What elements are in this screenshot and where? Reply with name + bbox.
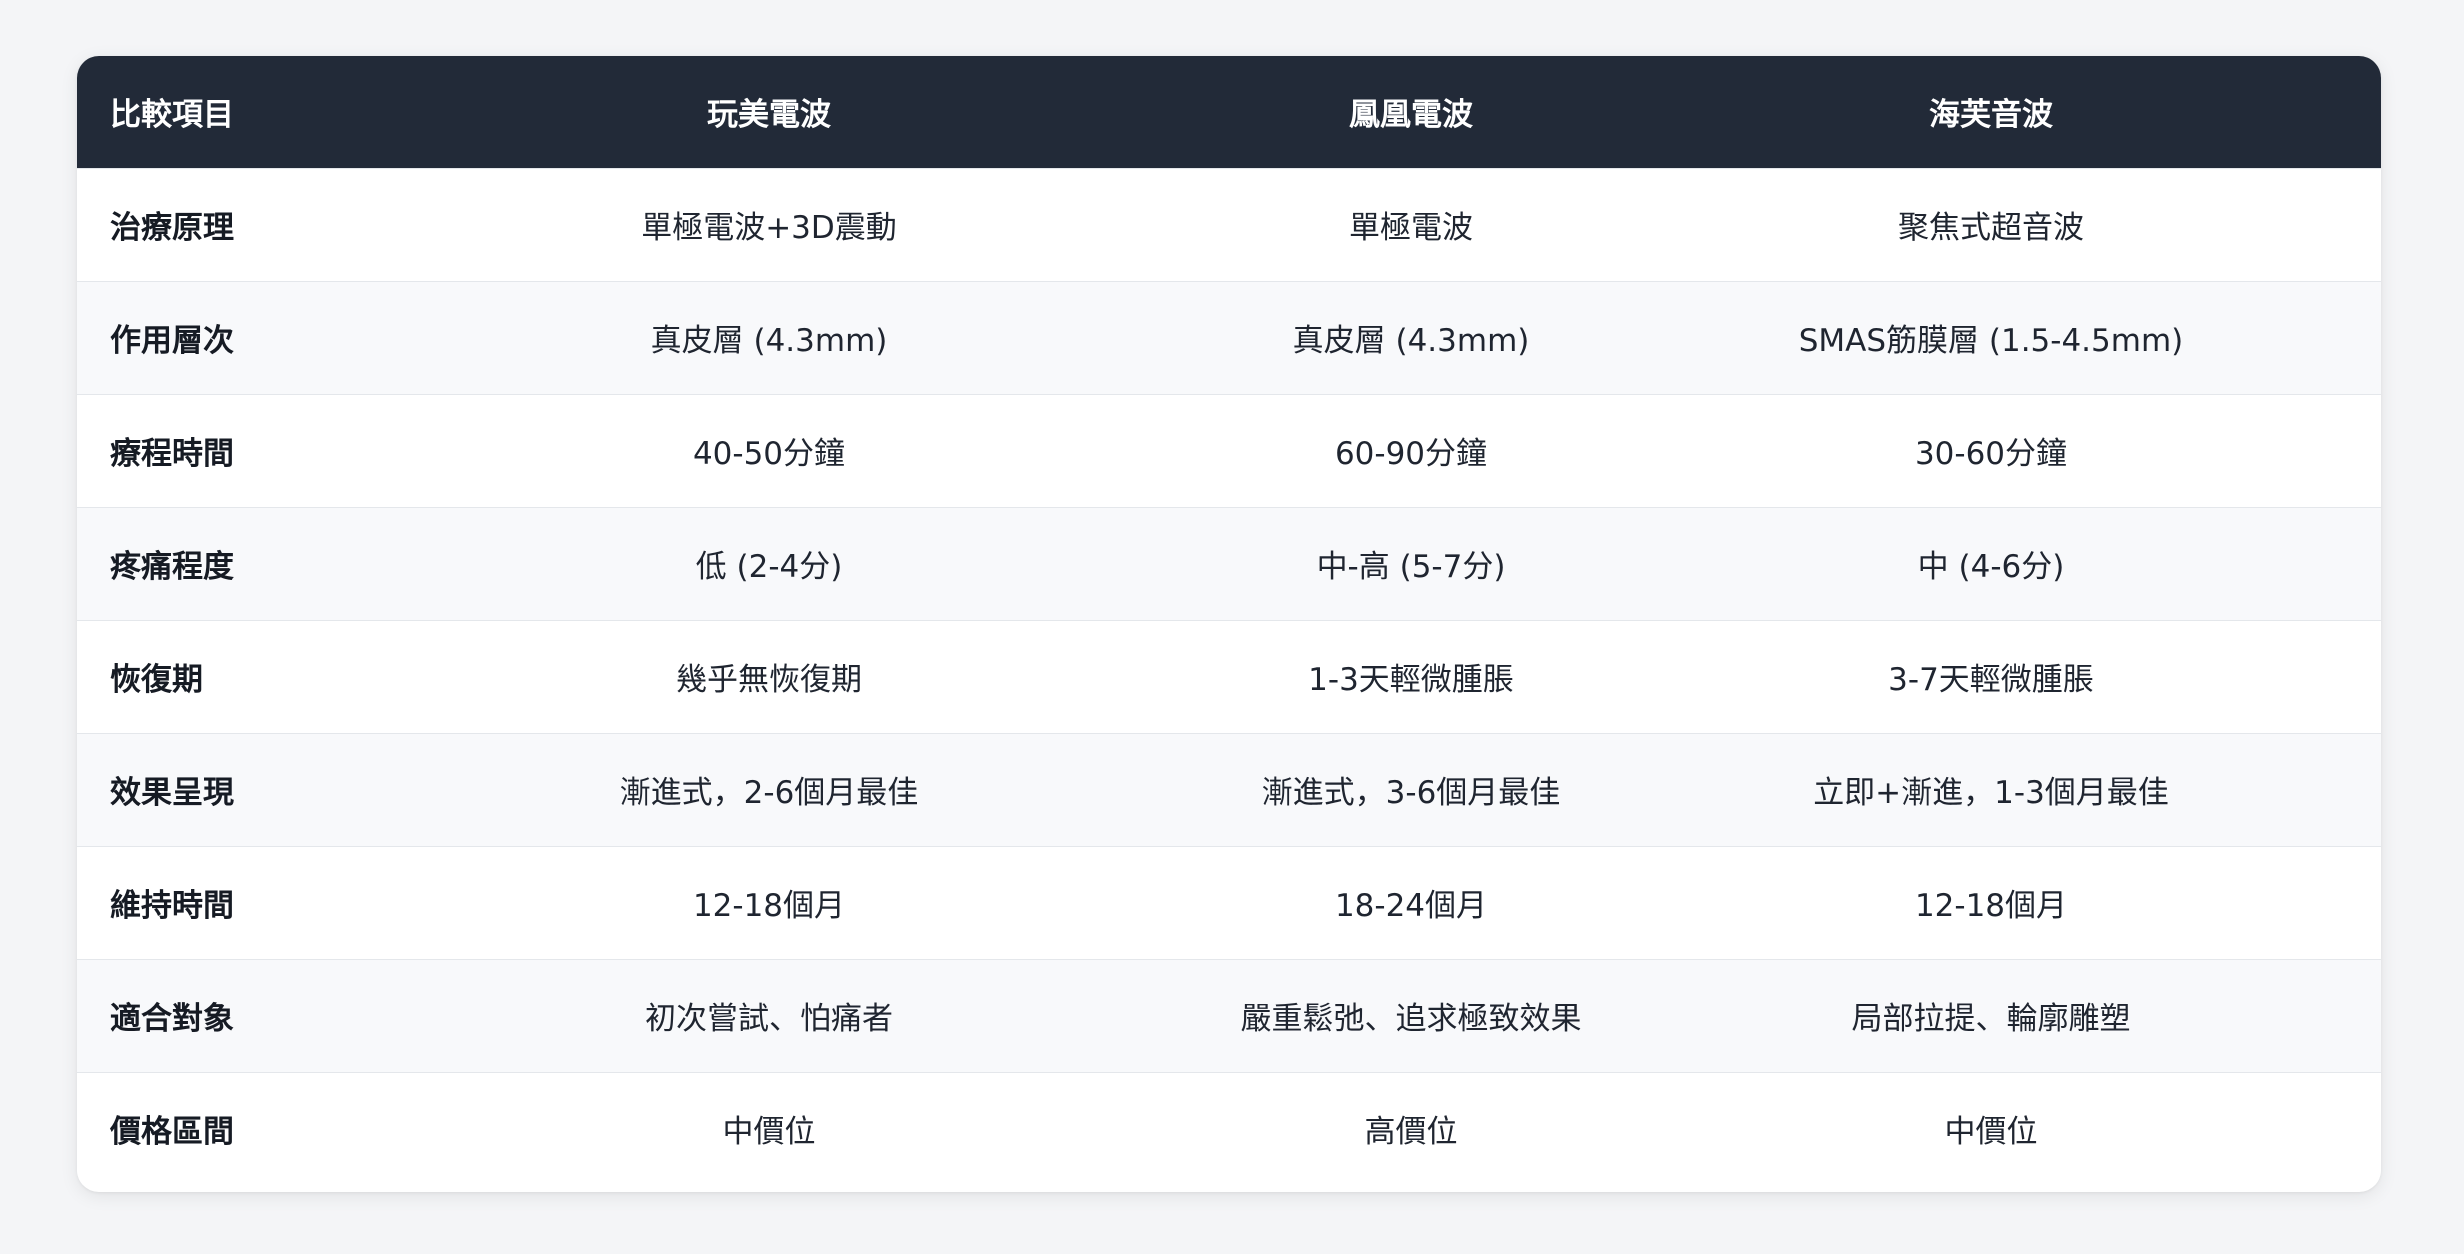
table-cell: 12-18個月 xyxy=(1914,888,2068,924)
table-cell: 60-90分鐘 xyxy=(1334,436,1488,472)
table-cell: 低 (2-4分) xyxy=(695,549,843,585)
table-cell: 3-7天輕微腫脹 xyxy=(1888,662,2094,698)
row-label: 效果呈現 xyxy=(110,775,234,811)
row-label: 維持時間 xyxy=(110,888,234,924)
table-cell: SMAS筋膜層 (1.5-4.5mm) xyxy=(1798,323,2184,359)
table-cell: 局部拉提、輪廓雕塑 xyxy=(1851,1001,2131,1037)
table-cell: 聚焦式超音波 xyxy=(1898,210,2084,246)
comparison-table: 比較項目 玩美電波 鳳凰電波 海芙音波 治療原理 單極電波+3D震動 單極電波 … xyxy=(77,56,2381,1185)
row-label: 治療原理 xyxy=(110,210,234,246)
table-row: 療程時間 40-50分鐘 60-90分鐘 30-60分鐘 xyxy=(77,394,2381,507)
table-cell: 真皮層 (4.3mm) xyxy=(650,323,888,359)
table-cell: 1-3天輕微腫脹 xyxy=(1308,662,1514,698)
table-cell: 單極電波+3D震動 xyxy=(641,210,897,246)
header-hifu: 海芙音波 xyxy=(1929,97,2053,134)
row-label: 療程時間 xyxy=(110,436,234,472)
table-cell: 嚴重鬆弛、追求極致效果 xyxy=(1240,1001,1582,1037)
table-cell: 漸進式，3-6個月最佳 xyxy=(1261,775,1561,811)
table-header-row: 比較項目 玩美電波 鳳凰電波 海芙音波 xyxy=(77,56,2381,168)
row-label: 適合對象 xyxy=(110,1001,234,1037)
table-cell: 40-50分鐘 xyxy=(692,436,846,472)
table-row: 維持時間 12-18個月 18-24個月 12-18個月 xyxy=(77,846,2381,959)
table-row: 價格區間 中價位 高價位 中價位 xyxy=(77,1072,2381,1185)
table-cell: 單極電波 xyxy=(1349,210,1473,246)
table-row: 適合對象 初次嘗試、怕痛者 嚴重鬆弛、追求極致效果 局部拉提、輪廓雕塑 xyxy=(77,959,2381,1072)
row-label: 價格區間 xyxy=(110,1114,234,1151)
table-cell: 中 (4-6分) xyxy=(1917,549,2065,585)
table-cell: 中價位 xyxy=(1944,1114,2038,1151)
table-cell: 中-高 (5-7分) xyxy=(1316,549,1506,585)
table-cell: 12-18個月 xyxy=(692,888,846,924)
table-cell: 立即+漸進，1-3個月最佳 xyxy=(1813,775,2169,811)
header-item: 比較項目 xyxy=(110,97,234,134)
table-cell: 中價位 xyxy=(722,1114,816,1151)
table-row: 治療原理 單極電波+3D震動 單極電波 聚焦式超音波 xyxy=(77,168,2381,281)
row-label: 恢復期 xyxy=(110,662,203,698)
table-cell: 漸進式，2-6個月最佳 xyxy=(619,775,919,811)
table-row: 恢復期 幾乎無恢復期 1-3天輕微腫脹 3-7天輕微腫脹 xyxy=(77,620,2381,733)
table-row: 疼痛程度 低 (2-4分) 中-高 (5-7分) 中 (4-6分) xyxy=(77,507,2381,620)
table-row: 作用層次 真皮層 (4.3mm) 真皮層 (4.3mm) SMAS筋膜層 (1.… xyxy=(77,281,2381,394)
table-row: 效果呈現 漸進式，2-6個月最佳 漸進式，3-6個月最佳 立即+漸進，1-3個月… xyxy=(77,733,2381,846)
table-cell: 初次嘗試、怕痛者 xyxy=(645,1001,893,1037)
header-wanmei-rf: 玩美電波 xyxy=(707,97,831,134)
table-cell: 18-24個月 xyxy=(1334,888,1488,924)
table-cell: 30-60分鐘 xyxy=(1914,436,2068,472)
table-cell: 高價位 xyxy=(1364,1114,1458,1151)
row-label: 作用層次 xyxy=(110,323,234,359)
table-cell: 真皮層 (4.3mm) xyxy=(1292,323,1530,359)
header-phoenix-rf: 鳳凰電波 xyxy=(1349,97,1473,134)
row-label: 疼痛程度 xyxy=(110,549,234,585)
table-cell: 幾乎無恢復期 xyxy=(676,662,862,698)
comparison-table-card: 比較項目 玩美電波 鳳凰電波 海芙音波 治療原理 單極電波+3D震動 單極電波 … xyxy=(77,56,2381,1192)
